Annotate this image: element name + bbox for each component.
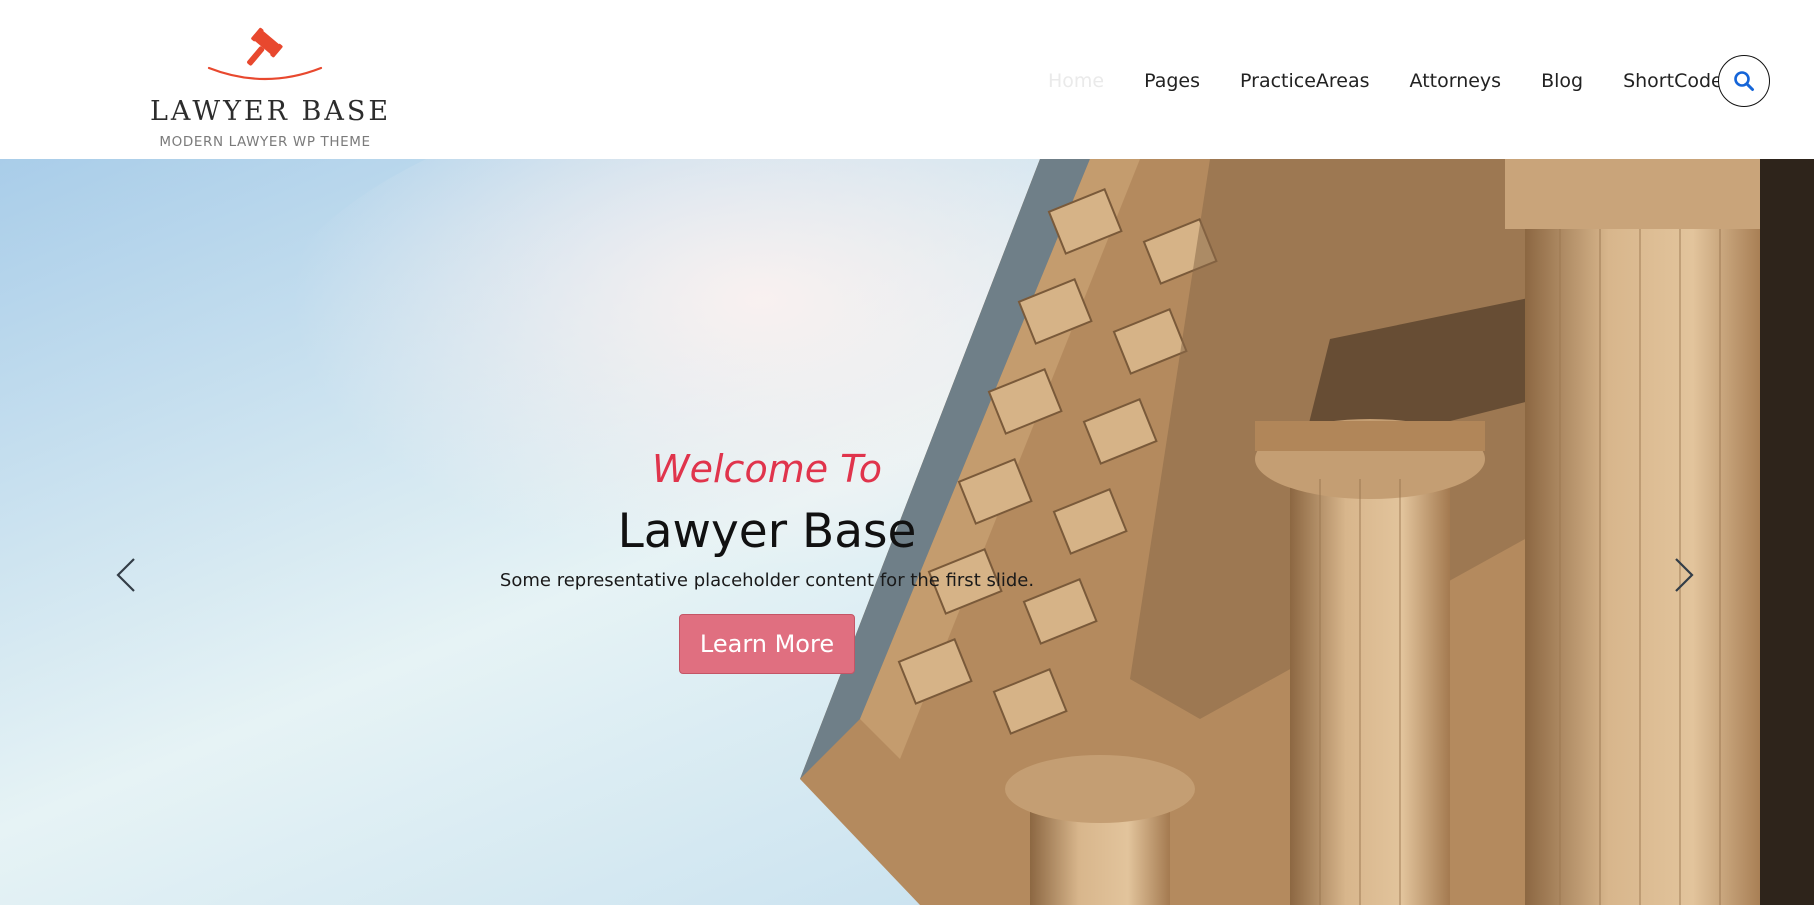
chevron-left-icon xyxy=(116,558,135,592)
hero-caption: Welcome To Lawyer Base Some representati… xyxy=(467,445,1067,674)
nav-item-pages[interactable]: Pages xyxy=(1144,70,1200,92)
brand-tagline: MODERN LAWYER WP THEME xyxy=(159,134,371,150)
search-icon xyxy=(1734,71,1754,91)
nav-item-home[interactable]: Home xyxy=(1048,70,1104,92)
hero-text: Some representative placeholder content … xyxy=(499,570,1035,591)
nav-item-practice-areas[interactable]: PracticeAreas xyxy=(1240,70,1370,92)
brand-name: LAWYER BASE xyxy=(150,96,392,127)
site-header: LAWYER BASE MODERN LAWYER WP THEME Home … xyxy=(0,0,1814,159)
search-button[interactable] xyxy=(1718,55,1770,107)
hero-title: Lawyer Base xyxy=(617,504,917,559)
site-logo[interactable]: LAWYER BASE MODERN LAWYER WP THEME xyxy=(150,26,392,154)
carousel-next-button[interactable] xyxy=(1664,545,1704,605)
nav-item-blog[interactable]: Blog xyxy=(1541,70,1583,92)
gavel-icon xyxy=(207,27,323,81)
hero-carousel: Welcome To Lawyer Base Some representati… xyxy=(0,159,1814,905)
hero-kicker: Welcome To xyxy=(652,447,882,491)
chevron-right-icon xyxy=(1675,558,1694,592)
learn-more-button[interactable]: Learn More xyxy=(678,614,856,674)
main-nav: Home Pages PracticeAreas Attorneys Blog … xyxy=(1048,68,1733,94)
carousel-prev-button[interactable] xyxy=(106,545,146,605)
nav-item-shortcodes[interactable]: ShortCodes xyxy=(1623,70,1733,92)
nav-item-attorneys[interactable]: Attorneys xyxy=(1410,70,1502,92)
